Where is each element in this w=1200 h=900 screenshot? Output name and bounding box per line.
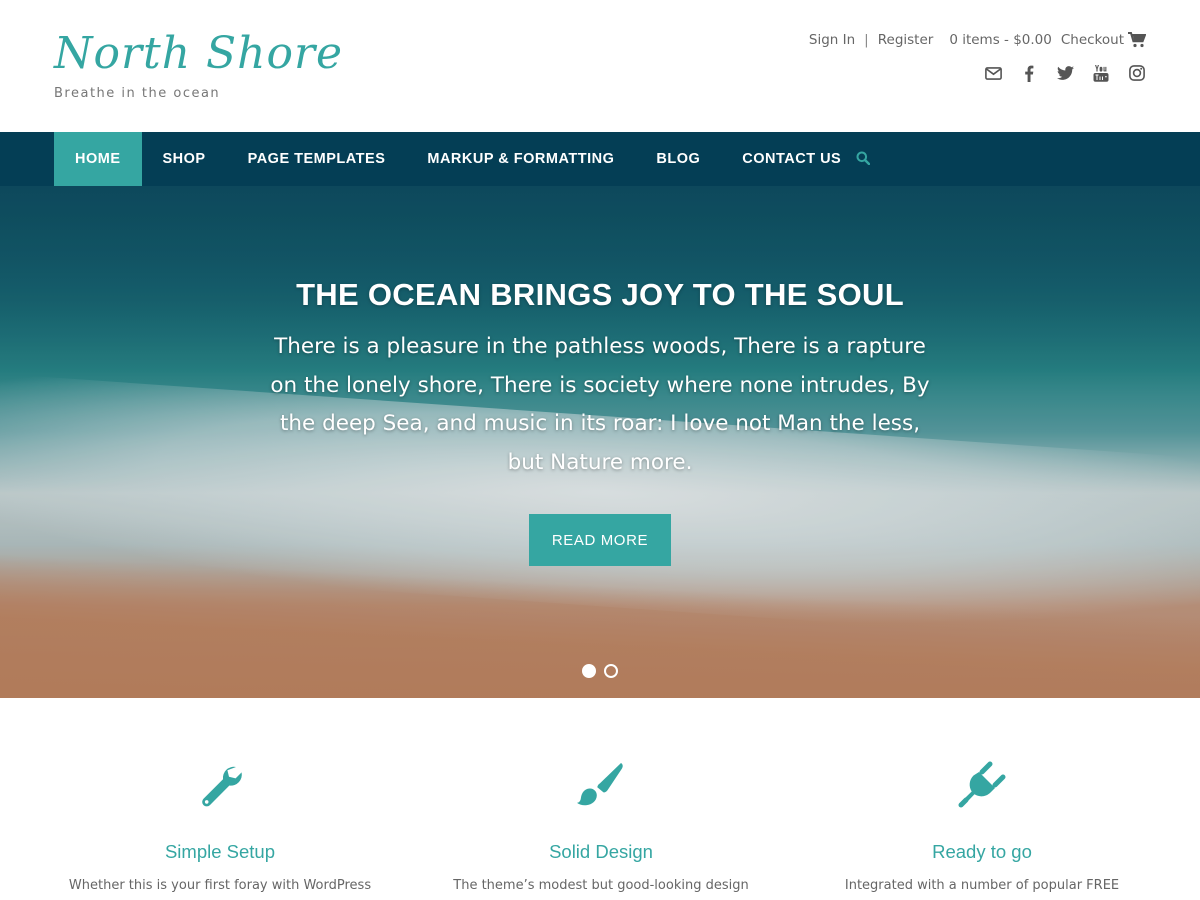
nav-item-markup-formatting[interactable]: MARKUP & FORMATTING [406,132,635,186]
search-icon[interactable] [856,151,872,167]
feature-title: Solid Design [549,841,653,862]
main-navigation: HOME SHOP PAGE TEMPLATES MARKUP & FORMAT… [0,132,1200,186]
brand: North Shore Breathe in the ocean [54,28,343,101]
hero-text: There is a pleasure in the pathless wood… [270,334,930,475]
wrench-icon [202,766,242,807]
site-header: North Shore Breathe in the ocean Sign In… [0,0,1200,132]
cart-icon [1128,32,1146,48]
nav-item-shop[interactable]: SHOP [142,132,227,186]
instagram-icon[interactable] [1128,64,1146,82]
read-more-button[interactable]: READ MORE [529,514,671,566]
sign-in-link[interactable]: Sign In [809,32,855,48]
account-bar: Sign In | Register 0 items - $0.00 Check… [809,32,1146,48]
register-link[interactable]: Register [878,32,934,48]
nav-item-home[interactable]: HOME [54,132,142,186]
checkout-link[interactable]: Checkout [1061,32,1146,48]
slider-dot-2[interactable] [604,664,618,678]
paintbrush-icon [577,763,623,806]
hero-title: THE OCEAN BRINGS JOY TO THE SOUL [296,277,904,312]
features-section: Simple Setup Whether this is your first … [0,698,1200,900]
checkout-label: Checkout [1060,32,1124,48]
youtube-icon[interactable] [1092,64,1110,82]
twitter-icon[interactable] [1056,64,1074,82]
hero-slider: THE OCEAN BRINGS JOY TO THE SOUL There i… [0,186,1200,698]
site-tagline: Breathe in the ocean [54,86,221,101]
feature-text: Whether this is your first foray with Wo… [68,878,372,893]
nav-item-blog[interactable]: BLOG [635,132,721,186]
nav-item-page-templates[interactable]: PAGE TEMPLATES [227,132,407,186]
hero-caption: THE OCEAN BRINGS JOY TO THE SOUL There i… [260,276,940,482]
feature-text: The theme’s modest but good-looking desi… [453,878,749,893]
account-separator: | [864,32,869,48]
nav-menu: HOME SHOP PAGE TEMPLATES MARKUP & FORMAT… [54,132,862,186]
slider-dot-1[interactable] [582,664,596,678]
cart-summary-link[interactable]: 0 items - $0.00 [949,32,1052,48]
feature-title: Simple Setup [164,841,276,862]
envelope-icon[interactable] [984,64,1002,82]
nav-item-contact-us[interactable]: CONTACT US [721,132,862,186]
feature-title: Ready to go [932,841,1032,862]
slider-pagination [582,664,626,678]
facebook-icon[interactable] [1020,64,1038,82]
site-title[interactable]: North Shore [54,28,343,80]
plug-icon [958,761,1006,808]
feature-text: Integrated with a number of popular FREE [844,878,1120,893]
social-links [966,64,1146,82]
